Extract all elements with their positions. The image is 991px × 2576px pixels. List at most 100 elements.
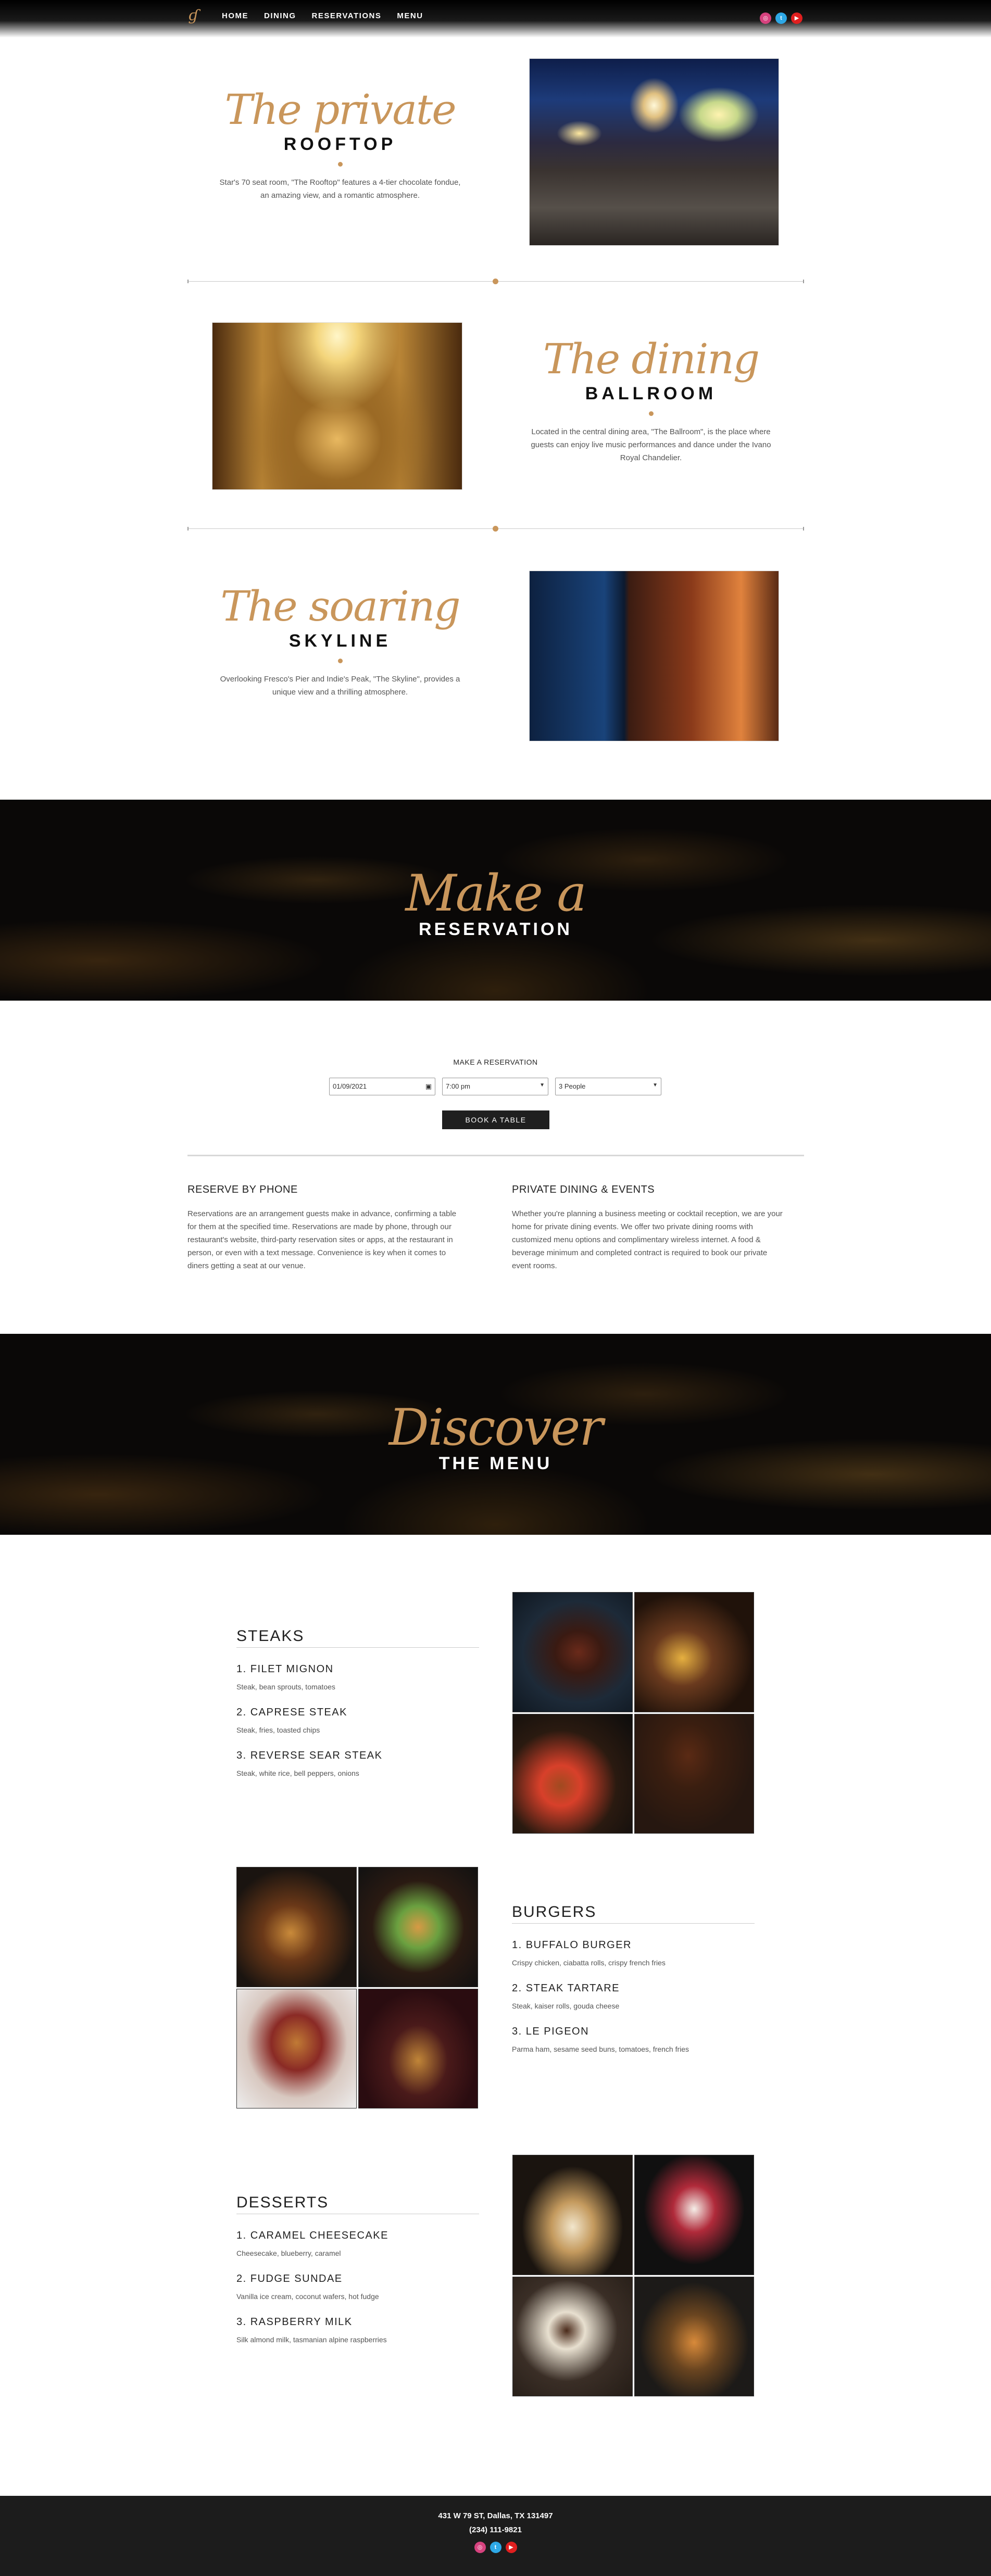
logo-icon[interactable]: ɠ [189,7,203,24]
form-title: MAKE A RESERVATION [453,1058,538,1066]
rooftop-photo [529,58,779,246]
venue-description: Located in the central dining area, "The… [531,427,771,462]
nav-home[interactable]: HOME [222,11,248,20]
item-name: 3. RASPBERRY MILK [236,2316,353,2328]
venue-skyline: The soaring SKYLINE Overlooking Fresco's… [0,529,991,800]
venue-rooftop-text: The private ROOFTOP Star's 70 seat room,… [205,86,475,202]
item-name: 1. FILET MIGNON [236,1663,334,1675]
item-desc: Vanilla ice cream, coconut wafers, hot f… [236,2292,379,2301]
twitter-icon[interactable]: t [490,2542,501,2553]
info-text: Reservations are an arrangement guests m… [187,1209,457,1270]
menu-burgers: BURGERS 1. BUFFALO BURGER Crispy chicken… [0,1834,991,2134]
info-text: Whether you're planning a business meeti… [512,1209,783,1270]
item-name: 1. CARAMEL CHEESECAKE [236,2230,388,2241]
twitter-icon[interactable]: t [775,12,787,24]
item-desc: Steak, kaiser rolls, gouda cheese [512,2002,620,2010]
venue-script: The soaring [220,582,460,630]
item-desc: Crispy chicken, ciabatta rolls, crispy f… [512,1959,666,1967]
item-name: 3. REVERSE SEAR STEAK [236,1750,383,1761]
venue-rooftop: The private ROOFTOP Star's 70 seat room,… [0,37,991,281]
menu-item: 1. CARAMEL CHEESECAKE Cheesecake, bluebe… [236,2230,479,2257]
menu-banner: Discover THE MENU [0,1334,991,1535]
food-photo [512,2155,633,2275]
food-photo [634,2155,754,2275]
instagram-icon[interactable]: ◎ [760,12,771,24]
menu-item: 2. STEAK TARTARE Steak, kaiser rolls, go… [512,1982,755,2010]
food-photo [634,1592,754,1712]
menu-item: 2. CAPRESE STEAK Steak, fries, toasted c… [236,1707,479,1734]
item-desc: Steak, white rice, bell peppers, onions [236,1769,359,1777]
item-name: 1. BUFFALO BURGER [512,1939,632,1951]
nav-menu[interactable]: MENU [397,11,423,20]
instagram-icon[interactable]: ◎ [474,2542,486,2553]
food-photo [634,1713,754,1834]
chevron-down-icon: ▼ [540,1082,545,1088]
reserve-by-phone: RESERVE BY PHONE Reservations are an arr… [187,1184,463,1272]
banner-title: THE MENU [438,1454,553,1473]
site-header: ɠ HOME DINING RESERVATIONS MENU ◎ t ▶ [0,0,991,37]
item-name: 2. STEAK TARTARE [512,1982,620,1994]
steaks-photo-grid [512,1592,754,1834]
menu-steaks: STEAKS 1. FILET MIGNON Steak, bean sprou… [0,1535,991,1834]
food-photo [512,2276,633,2396]
menu-item: 2. FUDGE SUNDAE Vanilla ice cream, cocon… [236,2273,479,2301]
category-title: STEAKS [236,1627,479,1648]
nav-reservations[interactable]: RESERVATIONS [312,11,382,20]
ballroom-photo [212,322,462,490]
youtube-icon[interactable]: ▶ [505,2542,517,2553]
info-title: RESERVE BY PHONE [187,1184,298,1195]
food-photo [236,1867,357,1987]
time-select[interactable]: 7:00 pm ▼ [442,1078,548,1095]
food-photo [236,1988,357,2108]
venue-ballroom: The dining BALLROOM Located in the centr… [0,282,991,528]
venue-script: The private [224,85,456,134]
chevron-down-icon: ▼ [653,1082,658,1088]
venue-skyline-text: The soaring SKYLINE Overlooking Fresco's… [205,583,475,699]
food-photo [358,1867,478,1987]
item-desc: Parma ham, sesame seed buns, tomatoes, f… [512,2045,689,2053]
food-photo [512,1713,633,1834]
banner-text: Make a RESERVATION [0,867,991,940]
book-table-button[interactable]: BOOK A TABLE [442,1110,549,1129]
venue-script: The dining [543,335,760,383]
banner-script: Discover [388,1398,603,1457]
category-title: BURGERS [512,1903,755,1924]
item-desc: Steak, fries, toasted chips [236,1726,320,1734]
site-footer: 431 W 79 ST, Dallas, TX 131497 (234) 111… [0,2496,991,2576]
food-photo [634,2276,754,2396]
item-name: 2. CAPRESE STEAK [236,1707,347,1718]
header-social: ◎ t ▶ [760,12,802,24]
date-input[interactable]: 01/09/2021 ▣ [329,1078,435,1095]
venue-description: Overlooking Fresco's Pier and Indie's Pe… [220,675,460,697]
date-value: 01/09/2021 [333,1082,367,1090]
desserts-photo-grid [512,2155,754,2396]
footer-social: ◎ t ▶ [0,2542,991,2553]
youtube-icon[interactable]: ▶ [791,12,802,24]
item-name: 2. FUDGE SUNDAE [236,2273,343,2284]
private-dining-events: PRIVATE DINING & EVENTS Whether you're p… [512,1184,788,1272]
menu-category: STEAKS 1. FILET MIGNON Steak, bean sprou… [236,1627,479,1777]
party-size-select[interactable]: 3 People ▼ [555,1078,661,1095]
menu-item: 3. LE PIGEON Parma ham, sesame seed buns… [512,2026,755,2053]
venue-ballroom-text: The dining BALLROOM Located in the centr… [516,336,786,464]
footer-address: 431 W 79 ST, Dallas, TX 131497 [438,2511,553,2520]
venue-description: Star's 70 seat room, "The Rooftop" featu… [219,178,461,200]
nav-dining[interactable]: DINING [264,11,296,20]
calendar-icon[interactable]: ▣ [425,1082,432,1091]
menu-desserts: DESSERTS 1. CARAMEL CHEESECAKE Cheesecak… [0,2134,991,2446]
accent-dot [337,659,343,663]
food-photo [512,1592,633,1712]
menu-category: DESSERTS 1. CARAMEL CHEESECAKE Cheesecak… [236,2194,479,2344]
time-value: 7:00 pm [446,1082,470,1090]
menu-item: 1. FILET MIGNON Steak, bean sprouts, tom… [236,1663,479,1691]
item-desc: Silk almond milk, tasmanian alpine raspb… [236,2335,387,2344]
venue-title: SKYLINE [288,631,392,651]
menu-item: 3. REVERSE SEAR STEAK Steak, white rice,… [236,1750,479,1777]
footer-phone[interactable]: (234) 111-9821 [0,2526,991,2534]
banner-text: Discover THE MENU [0,1401,991,1474]
party-value: 3 People [559,1082,586,1090]
category-title: DESSERTS [236,2194,479,2214]
info-title: PRIVATE DINING & EVENTS [512,1184,655,1195]
venue-title: BALLROOM [585,384,717,403]
menu-item: 3. RASPBERRY MILK Silk almond milk, tasm… [236,2316,479,2344]
